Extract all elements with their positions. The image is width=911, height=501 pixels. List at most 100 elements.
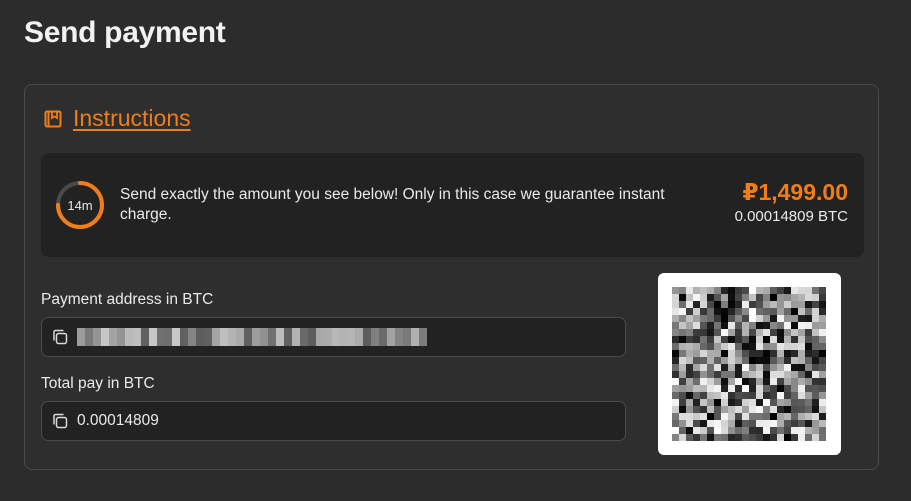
qr-pixel	[728, 357, 735, 364]
qr-pixel	[812, 336, 819, 343]
qr-pixel	[707, 364, 714, 371]
qr-pixel	[819, 413, 826, 420]
instructions-label[interactable]: Instructions	[73, 105, 191, 132]
qr-pixel	[798, 406, 805, 413]
qr-pixel	[672, 336, 679, 343]
qr-pixel	[714, 322, 721, 329]
total-field[interactable]: 0.00014809	[41, 401, 626, 441]
qr-pixel	[714, 343, 721, 350]
qr-pixel	[805, 371, 812, 378]
qr-pixel	[672, 378, 679, 385]
qr-pixel	[770, 287, 777, 294]
qr-pixel	[707, 378, 714, 385]
address-field[interactable]	[41, 317, 626, 357]
qr-pixel	[707, 420, 714, 427]
qr-pixel	[770, 385, 777, 392]
qr-pixel	[742, 287, 749, 294]
qr-pixel	[812, 357, 819, 364]
instructions-link[interactable]: Instructions	[43, 105, 191, 132]
redaction-pixel	[339, 328, 348, 346]
qr-pixel	[693, 343, 700, 350]
qr-pixel	[763, 399, 770, 406]
qr-pixel	[770, 343, 777, 350]
qr-pixel	[805, 329, 812, 336]
qr-pixel	[777, 413, 784, 420]
qr-pixel	[784, 413, 791, 420]
qr-pixel	[777, 364, 784, 371]
qr-pixel	[686, 378, 693, 385]
qr-pixel	[805, 385, 812, 392]
qr-pixel	[721, 301, 728, 308]
qr-pixel	[679, 336, 686, 343]
qr-pixel	[735, 301, 742, 308]
qr-pixel	[777, 343, 784, 350]
qr-pixel	[770, 322, 777, 329]
qr-pixel	[812, 301, 819, 308]
redaction-pixel	[77, 328, 85, 346]
qr-pixel	[714, 350, 721, 357]
qr-pixel	[812, 427, 819, 434]
qr-pixel	[791, 350, 798, 357]
qr-pixel	[686, 434, 693, 441]
qr-pixel	[812, 308, 819, 315]
redaction-pixel	[84, 328, 93, 346]
qr-pixel	[805, 287, 812, 294]
qr-pixel	[812, 343, 819, 350]
qr-pixel	[735, 427, 742, 434]
qr-pixel	[686, 308, 693, 315]
qr-pixel	[805, 406, 812, 413]
qr-pixel	[770, 434, 777, 441]
qr-pixel	[819, 308, 826, 315]
qr-pixel	[728, 371, 735, 378]
qr-pixel	[679, 420, 686, 427]
qr-pixel	[784, 301, 791, 308]
qr-pixel	[770, 378, 777, 385]
qr-pixel	[791, 322, 798, 329]
qr-pixel	[777, 294, 784, 301]
qr-pixel	[700, 336, 707, 343]
redaction-pixel	[92, 328, 101, 346]
qr-pixel	[728, 336, 735, 343]
qr-pixel	[679, 322, 686, 329]
qr-pixel	[798, 371, 805, 378]
copy-icon[interactable]	[51, 412, 69, 430]
qr-pixel	[679, 343, 686, 350]
qr-pixel	[707, 357, 714, 364]
qr-pixel	[756, 343, 763, 350]
qr-pixel	[679, 399, 686, 406]
qr-pixel	[728, 364, 735, 371]
qr-pixel	[707, 343, 714, 350]
qr-pixel	[714, 357, 721, 364]
qr-pixel	[798, 301, 805, 308]
qr-pixel	[770, 329, 777, 336]
qr-pixel	[819, 357, 826, 364]
qr-pixel	[819, 399, 826, 406]
qr-pixel	[805, 357, 812, 364]
qr-pixel	[791, 427, 798, 434]
qr-pixel	[798, 294, 805, 301]
redaction-pixel	[347, 328, 356, 346]
qr-pixel	[805, 294, 812, 301]
qr-pixel	[714, 329, 721, 336]
qr-pixel	[700, 420, 707, 427]
qr-pixel	[693, 392, 700, 399]
qr-pixel	[679, 301, 686, 308]
qr-pixel	[756, 399, 763, 406]
qr-pixel	[693, 350, 700, 357]
qr-pixel	[735, 287, 742, 294]
qr-pixel	[686, 322, 693, 329]
qr-pixel	[749, 406, 756, 413]
qr-pixel	[777, 392, 784, 399]
qr-pixel	[791, 343, 798, 350]
qr-pixel	[791, 315, 798, 322]
qr-pixel	[707, 308, 714, 315]
qr-pixel	[728, 308, 735, 315]
qr-redacted	[672, 287, 826, 441]
qr-pixel	[784, 336, 791, 343]
qr-pixel	[784, 406, 791, 413]
qr-pixel	[679, 406, 686, 413]
copy-icon[interactable]	[51, 328, 69, 346]
redaction-pixel	[315, 328, 324, 346]
qr-pixel	[777, 350, 784, 357]
qr-pixel	[728, 329, 735, 336]
